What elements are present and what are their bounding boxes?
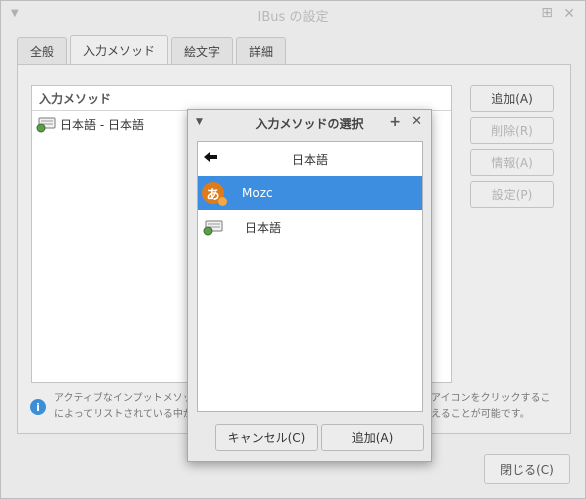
back-row-label: 日本語 bbox=[291, 152, 328, 167]
window-title: IBus の設定 bbox=[257, 9, 329, 25]
info-icon: i bbox=[30, 399, 46, 415]
remove-button[interactable]: 削除(R) bbox=[470, 117, 554, 144]
back-arrow-icon bbox=[204, 152, 217, 162]
list-item[interactable]: あ Mozc bbox=[198, 176, 422, 210]
dialog-title: 入力メソッドの選択 bbox=[255, 116, 364, 131]
maximize-icon[interactable]: ⊞ bbox=[541, 5, 553, 21]
dialog-method-list: 日本語 あ Mozc 日本語 bbox=[197, 141, 423, 412]
dialog-titlebar[interactable]: ▼ 入力メソッドの選択 + ✕ bbox=[188, 110, 431, 136]
list-item[interactable]: 日本語 bbox=[198, 210, 422, 244]
list-item-label: Mozc bbox=[242, 186, 273, 200]
mozc-dot bbox=[218, 197, 227, 206]
list-item-label: 日本語 - 日本語 bbox=[60, 117, 144, 132]
info-text-line: アイコンをクリックするこ bbox=[431, 393, 551, 404]
settings-button[interactable]: 設定(P) bbox=[470, 181, 554, 208]
list-header: 入力メソッド bbox=[32, 86, 451, 111]
info-text-left: アクティブなインプットメソッ によってリストされている中か bbox=[54, 391, 194, 425]
tab-advanced[interactable]: 詳細 bbox=[236, 37, 287, 64]
info-text-line: によってリストされている中か bbox=[54, 409, 193, 420]
dialog-close-icon[interactable]: ✕ bbox=[411, 114, 422, 129]
mozc-icon: あ bbox=[202, 182, 227, 206]
info-button[interactable]: 情報(A) bbox=[470, 149, 554, 176]
add-button[interactable]: 追加(A) bbox=[470, 85, 554, 112]
window-titlebar[interactable]: ▼ IBus の設定 ⊞ ✕ bbox=[1, 1, 585, 29]
info-text-line: えることが可能です。 bbox=[431, 409, 530, 420]
keyboard-icon bbox=[36, 117, 56, 133]
tab-input-method[interactable]: 入力メソッド bbox=[70, 35, 169, 64]
tab-general[interactable]: 全般 bbox=[17, 37, 68, 64]
dialog-menu-icon[interactable]: ▼ bbox=[196, 117, 203, 127]
tab-emoji[interactable]: 絵文字 bbox=[171, 37, 234, 64]
close-icon[interactable]: ✕ bbox=[563, 6, 575, 22]
list-item-label: 日本語 bbox=[245, 220, 282, 235]
window-menu-icon[interactable]: ▼ bbox=[11, 8, 19, 19]
input-method-select-dialog: ▼ 入力メソッドの選択 + ✕ 日本語 あ Mozc 日本語 キャンセル(C) … bbox=[187, 109, 432, 462]
pin-icon[interactable]: + bbox=[389, 114, 401, 130]
dialog-add-button[interactable]: 追加(A) bbox=[321, 424, 424, 451]
keyboard-icon bbox=[203, 220, 223, 236]
close-button[interactable]: 閉じる(C) bbox=[484, 454, 570, 484]
side-button-group: 追加(A) 削除(R) 情報(A) 設定(P) bbox=[470, 85, 554, 213]
cancel-button[interactable]: キャンセル(C) bbox=[215, 424, 318, 451]
tab-bar: 全般 入力メソッド 絵文字 詳細 bbox=[17, 35, 289, 64]
info-text-line: アクティブなインプットメソッ bbox=[54, 393, 193, 404]
info-text-right: アイコンをクリックするこ えることが可能です。 bbox=[431, 391, 567, 425]
back-row[interactable]: 日本語 bbox=[198, 142, 422, 176]
